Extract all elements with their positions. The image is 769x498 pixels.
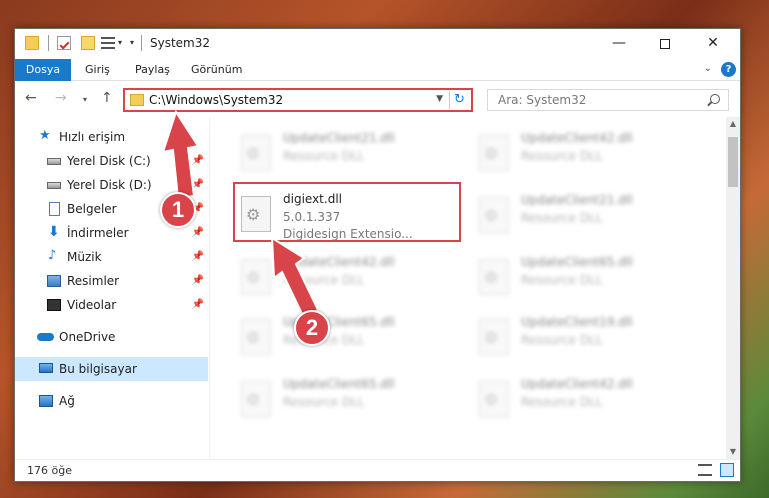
- arrow-2: [270, 236, 320, 320]
- arrow-1: [161, 109, 200, 200]
- step-badge-2: 2: [294, 310, 330, 346]
- step-badge-1: 1: [160, 192, 196, 228]
- annotation-arrows: [161, 109, 320, 320]
